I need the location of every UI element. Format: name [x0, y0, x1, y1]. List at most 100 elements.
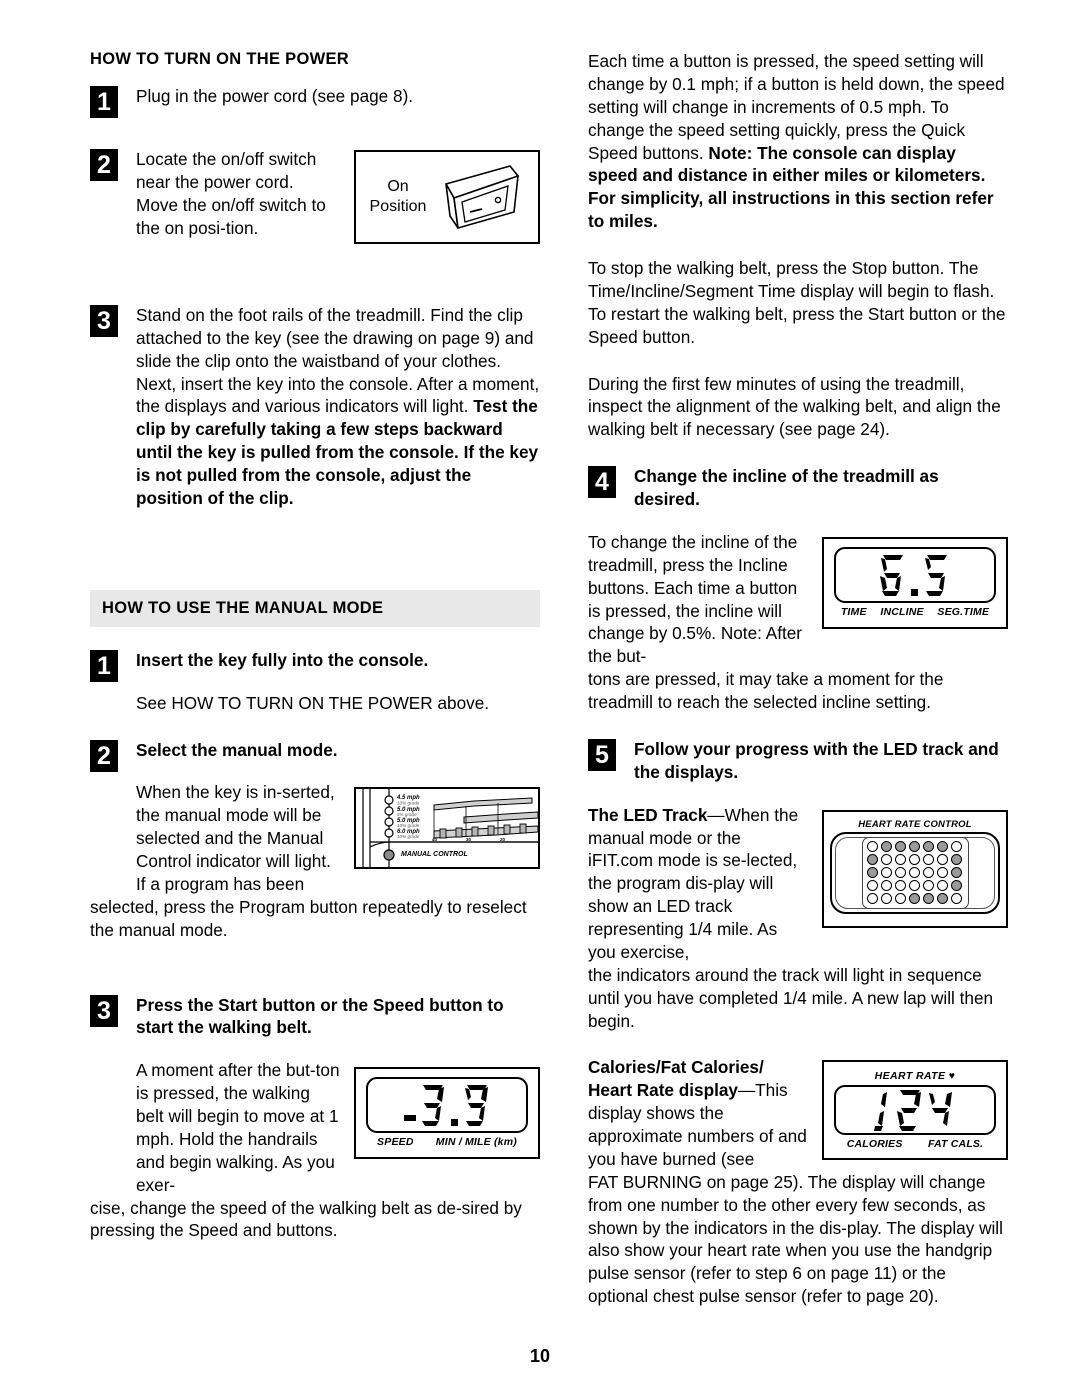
calories-bold-line1: Calories/Fat Calories/ [588, 1057, 764, 1078]
step-manual-2: 2 Select the manual mode. [90, 739, 540, 772]
step-manual-3-title: Press the Start button or the Speed butt… [136, 994, 504, 1038]
svg-text:10% grade: 10% grade [397, 823, 420, 828]
led-indicator-off [936, 853, 948, 865]
incline-label-segtime: SEG.TIME [937, 605, 990, 618]
led-indicator-off [894, 866, 906, 878]
led-indicator-on [880, 840, 892, 852]
led-indicator-off [922, 853, 934, 865]
paragraph-belt-alignment: During the first few minutes of using th… [588, 373, 1001, 440]
led-track-bold: The LED Track [588, 804, 708, 825]
step-manual-3: 3 Press the Start button or the Speed bu… [90, 994, 540, 1040]
speed-label-right: MIN / MILE (km) [435, 1136, 517, 1149]
seven-segment-digit-2 [897, 1090, 921, 1132]
led-grid-frame [861, 836, 969, 909]
calories-paragraph-full: FAT BURNING on page 25). The display wil… [588, 1171, 1003, 1307]
svg-text:40: 40 [432, 837, 438, 842]
section-heading-manual-mode: HOW TO USE THE MANUAL MODE [90, 589, 540, 627]
seven-segment-digit-6 [880, 554, 903, 596]
two-column-layout: HOW TO TURN ON THE POWER 1 Plug in the p… [90, 50, 1008, 1322]
speed-lcd-labels: SPEED MIN / MILE (km) [366, 1136, 528, 1148]
led-indicator-on [922, 840, 934, 852]
led-indicator-off [894, 892, 906, 904]
step-manual-2-body-full: selected, press the Program button repea… [90, 896, 527, 940]
step-number-badge: 1 [90, 649, 118, 682]
speed-lcd-window [366, 1077, 528, 1134]
lcd-dash-icon [403, 1115, 416, 1122]
step-power-3-text: Stand on the foot rails of the treadmill… [136, 304, 540, 510]
led-indicator-on [908, 892, 920, 904]
heart-rate-lcd-digits [874, 1088, 956, 1132]
led-indicator-off [866, 879, 878, 891]
led-indicator-off [936, 866, 948, 878]
led-indicator-on [936, 840, 948, 852]
step-manual-1-body: See HOW TO TURN ON THE POWER above. [136, 692, 490, 713]
incline-display-figure: TIME INCLINE SEG.TIME [822, 536, 1008, 629]
led-indicator-on [908, 840, 920, 852]
right-column: Each time a button is pressed, the speed… [588, 50, 1008, 1322]
left-column: HOW TO TURN ON THE POWER 1 Plug in the p… [90, 50, 540, 1256]
step-power-1: 1 Plug in the power cord (see page 8). [90, 85, 540, 118]
incline-lcd-digits [878, 553, 952, 597]
led-indicator-on [950, 853, 962, 865]
step-incline-4-body-full: tons are pressed, it may take a moment f… [588, 669, 944, 712]
svg-text:MANUAL CONTROL: MANUAL CONTROL [401, 851, 468, 858]
seven-segment-digit-5 [925, 554, 947, 596]
incline-lcd-labels: TIME INCLINE SEG.TIME [834, 606, 996, 618]
step-incline-4-body-block: TIME INCLINE SEG.TIME To change the incl… [588, 531, 1008, 668]
step-progress-5-title: Follow your progress with the LED track … [634, 738, 999, 782]
led-indicator-off [880, 879, 892, 891]
paragraph-stop-belt: To stop the walking belt, press the Stop… [588, 258, 1006, 347]
step-number-badge: 3 [90, 304, 118, 337]
seven-segment-digit-4 [929, 1092, 952, 1127]
led-indicator-off [894, 879, 906, 891]
step-progress-5: 5 Follow your progress with the LED trac… [588, 738, 1008, 784]
led-track-block: HEART RATE CONTROL The LED Track—When th… [588, 804, 1008, 964]
led-indicator-off [908, 866, 920, 878]
led-track-paragraph-full: the indicators around the track will lig… [588, 964, 994, 1031]
step-power-1-text: Plug in the power cord (see page 8). [136, 86, 414, 106]
paragraph-speed-settings: Each time a button is pressed, the speed… [588, 50, 1008, 233]
svg-text:30: 30 [466, 837, 472, 842]
led-grid [866, 840, 964, 905]
led-indicator-off [908, 879, 920, 891]
heart-rate-display-figure: HEART RATE ♥ CALORIES FAT CALS. [822, 1060, 1008, 1161]
speed-display-figure: SPEED MIN / MILE (km) [354, 1067, 540, 1160]
led-indicator-off [866, 840, 878, 852]
step-power-2: 2 On Position Locate the on/off switch n… [90, 148, 540, 250]
led-indicator-on [866, 853, 878, 865]
step-incline-4-title: Change the incline of the treadmill as d… [634, 466, 939, 509]
step-number-badge: 2 [90, 739, 118, 772]
speed-lcd-digits [403, 1083, 492, 1127]
page-number: 10 [529, 1346, 551, 1366]
step-manual-2-title: Select the manual mode. [136, 739, 338, 760]
step-manual-3-body-full: cise, change the speed of the walking be… [90, 1197, 522, 1241]
seven-segment-digit-1 [874, 1092, 887, 1132]
led-indicator-off [950, 840, 962, 852]
fat-cals-label: FAT CALS. [927, 1138, 984, 1151]
step-incline-4: 4 Change the incline of the treadmill as… [588, 465, 1008, 511]
led-track-title: HEART RATE CONTROL [858, 818, 972, 830]
step-number-badge: 3 [90, 994, 118, 1027]
led-track-inner-bezel [835, 836, 995, 909]
calories-bold-line2: Heart Rate display [588, 1080, 738, 1101]
console-diagram-icon: 4.5 mph 10% grade 5.0 mph 5% grade 5.0 m… [356, 789, 538, 868]
svg-text:10% grade: 10% grade [397, 834, 420, 839]
calories-block: HEART RATE ♥ CALORIES FAT CALS. Calories… [588, 1056, 1008, 1170]
led-indicator-on [950, 879, 962, 891]
step-manual-1: 1 Insert the key fully into the console. [90, 649, 540, 682]
manual-page: HOW TO TURN ON THE POWER 1 Plug in the p… [0, 0, 1080, 1397]
led-track-figure: HEART RATE CONTROL [822, 809, 1008, 928]
led-indicator-off [880, 853, 892, 865]
incline-label-incline: INCLINE [880, 605, 924, 618]
step-manual-2-body-block: 4.5 mph 10% grade 5.0 mph 5% grade 5.0 m… [90, 781, 540, 895]
led-indicator-on [922, 892, 934, 904]
section-heading-power: HOW TO TURN ON THE POWER [90, 50, 349, 68]
led-indicator-off [922, 866, 934, 878]
led-indicator-off [936, 879, 948, 891]
led-indicator-off [908, 853, 920, 865]
incline-lcd-window [834, 546, 996, 603]
step-number-badge: 1 [90, 86, 118, 118]
incline-label-time: TIME [840, 605, 867, 618]
led-track-outer-bezel [830, 831, 1000, 914]
heart-icon: ♥ [948, 1070, 956, 1083]
